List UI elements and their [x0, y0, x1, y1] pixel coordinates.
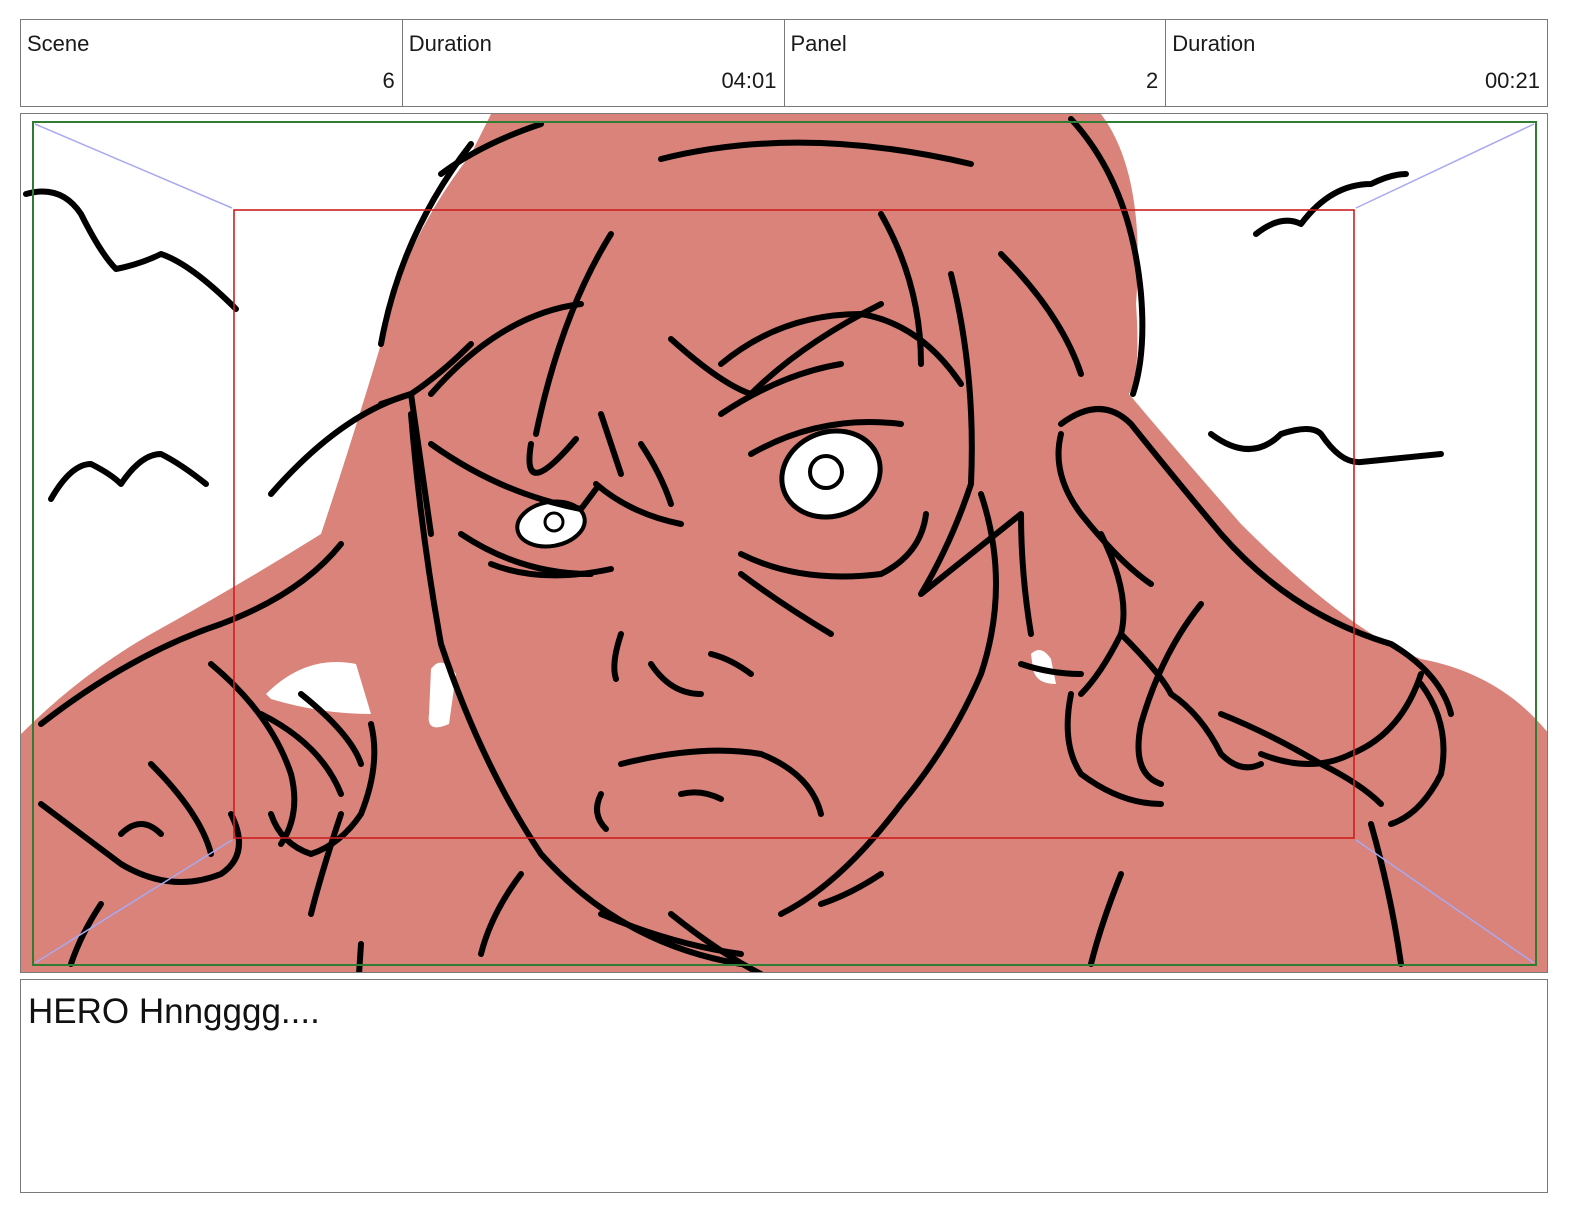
panel-duration-label: Duration — [1172, 31, 1256, 56]
scene-duration-label: Duration — [408, 31, 492, 56]
character-skin-fill — [21, 114, 1547, 972]
dialogue-notes-box: HERO Hnngggg.... — [20, 979, 1548, 1193]
panel-label: Panel — [790, 31, 847, 56]
panel-drawing — [21, 114, 1547, 972]
scene-cell: Scene 6 — [21, 20, 403, 106]
panel-cell: Panel 2 — [785, 20, 1167, 106]
panel-info-header: Scene 6 Duration 04:01 Panel 2 Duration … — [20, 19, 1548, 107]
panel-duration-value: 00:21 — [1484, 68, 1540, 93]
scene-label: Scene — [27, 31, 90, 56]
scene-value: 6 — [382, 68, 395, 93]
panel-value: 2 — [1146, 68, 1159, 93]
panel-duration-cell: Duration 00:21 — [1166, 20, 1547, 106]
scene-duration-cell: Duration 04:01 — [403, 20, 785, 106]
storyboard-panel — [20, 113, 1548, 973]
scene-duration-value: 04:01 — [721, 68, 777, 93]
dialogue-text: HERO Hnngggg.... — [28, 992, 320, 1031]
